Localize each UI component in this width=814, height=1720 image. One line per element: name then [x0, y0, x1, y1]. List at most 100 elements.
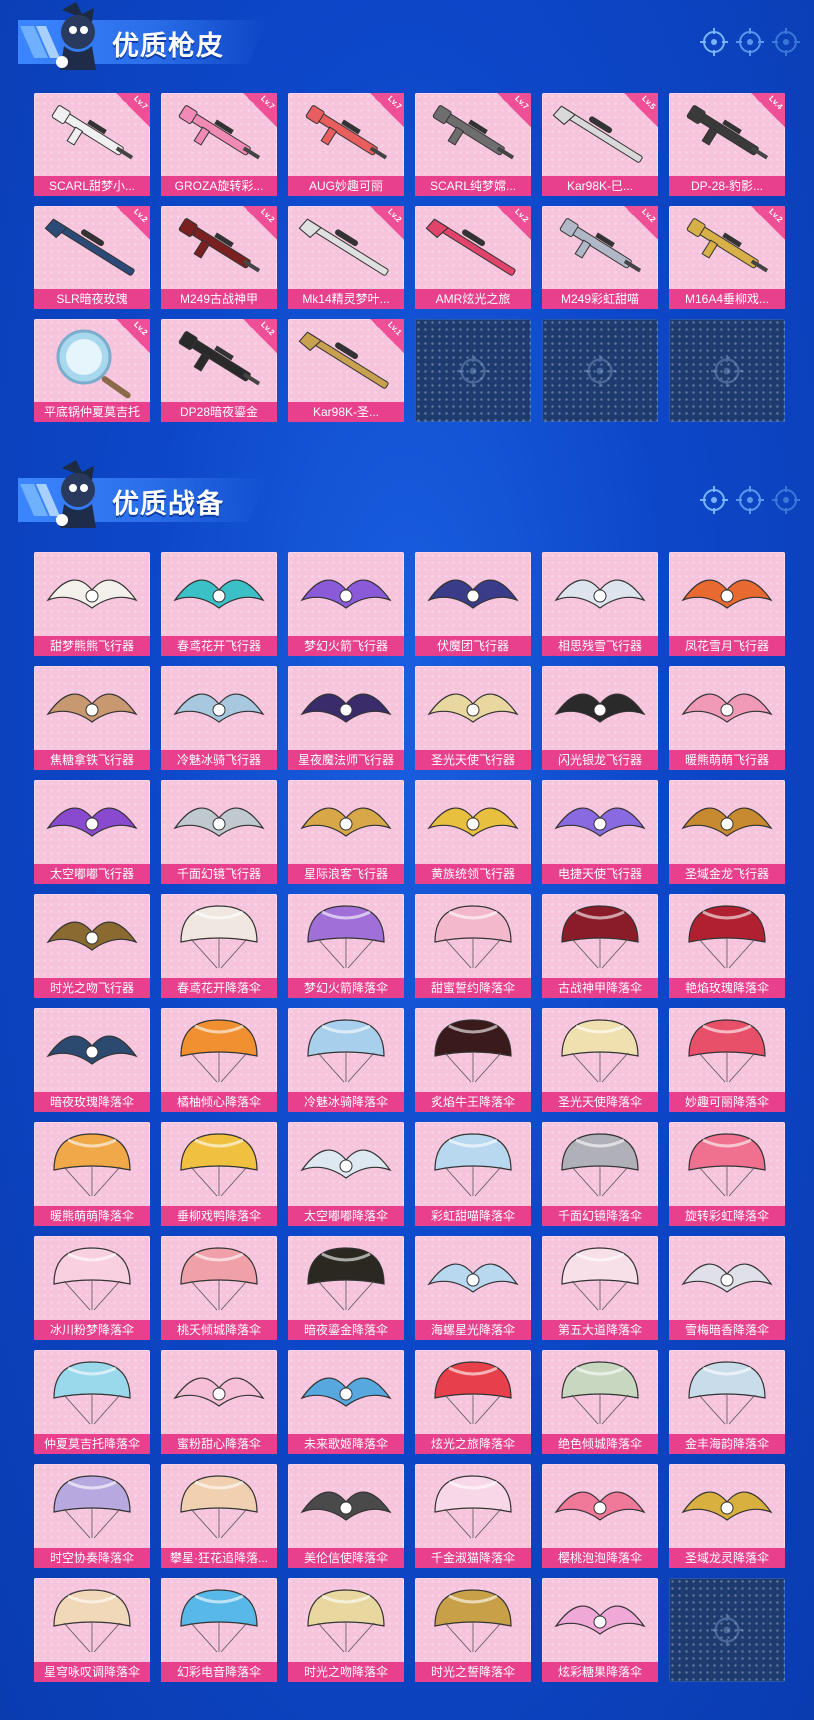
weapon-skin-card[interactable]: Lv.7 AUG妙趣可丽	[288, 93, 404, 196]
gear-card[interactable]: 圣域龙灵降落伞	[669, 1464, 785, 1568]
gear-card[interactable]: 圣光天使降落伞	[542, 1008, 658, 1112]
crosshair-icon	[772, 486, 800, 514]
gear-card[interactable]: 樱桃泡泡降落伞	[542, 1464, 658, 1568]
gear-card[interactable]: 仲夏莫吉托降落伞	[34, 1350, 150, 1454]
level-badge: Lv.7	[243, 93, 277, 127]
gear-card[interactable]: 绝色倾城降落伞	[542, 1350, 658, 1454]
weapon-skin-card[interactable]: Lv.2 M249彩虹甜喵	[542, 206, 658, 309]
weapon-skin-card[interactable]: Lv.2 AMR炫光之旅	[415, 206, 531, 309]
weapon-skin-card[interactable]: Lv.2 DP28暗夜鎏金	[161, 319, 277, 422]
gear-card[interactable]: 第五大道降落伞	[542, 1236, 658, 1340]
gear-card[interactable]: 梦幻火箭飞行器	[288, 552, 404, 656]
weapon-skin-card[interactable]: Lv.2 M249古战神甲	[161, 206, 277, 309]
gear-card[interactable]: 闪光银龙飞行器	[542, 666, 658, 770]
gear-card[interactable]: 幻彩电音降落伞	[161, 1578, 277, 1682]
gear-card[interactable]: 旋转彩虹降落伞	[669, 1122, 785, 1226]
gear-card[interactable]: 凤花雪月飞行器	[669, 552, 785, 656]
gear-card[interactable]: 炙焰牛王降落伞	[415, 1008, 531, 1112]
gear-card[interactable]: 橘柚倾心降落伞	[161, 1008, 277, 1112]
item-label: GROZA旋转彩...	[161, 176, 277, 196]
gear-card[interactable]: 美伦信使降落伞	[288, 1464, 404, 1568]
glider-icon	[427, 693, 519, 723]
weapon-skin-card[interactable]: Lv.2 SLR暗夜玫瑰	[34, 206, 150, 309]
gear-card[interactable]: 星夜魔法师飞行器	[288, 666, 404, 770]
gear-card[interactable]: 海螺星光降落伞	[415, 1236, 531, 1340]
item-label: 千面幻镜降落伞	[542, 1206, 658, 1226]
item-label: 冷魅冰骑降落伞	[288, 1092, 404, 1112]
glider-icon	[681, 693, 773, 723]
weapon-skin-card[interactable]: Lv.7 SCARL甜梦小...	[34, 93, 150, 196]
weapon-skin-card[interactable]: Lv.7 SCARL纯梦嫦...	[415, 93, 531, 196]
gear-card[interactable]: 妙趣可丽降落伞	[669, 1008, 785, 1112]
gear-card[interactable]: 蜜粉甜心降落伞	[161, 1350, 277, 1454]
crosshair-decoration	[700, 28, 800, 56]
gear-card[interactable]: 伏魔团飞行器	[415, 552, 531, 656]
weapon-skin-card[interactable]: Lv.2 Mk14精灵梦叶...	[288, 206, 404, 309]
gear-card[interactable]: 时光之吻飞行器	[34, 894, 150, 998]
gear-card[interactable]: 炫光之旅降落伞	[415, 1350, 531, 1454]
gear-card[interactable]: 艳焰玫瑰降落伞	[669, 894, 785, 998]
glider-icon	[427, 579, 519, 609]
gear-card[interactable]: 黄族统领飞行器	[415, 780, 531, 884]
crosshair-icon	[711, 354, 743, 387]
gear-card[interactable]: 千面幻镜飞行器	[161, 780, 277, 884]
gear-card[interactable]: 攀星·狂花追降落...	[161, 1464, 277, 1568]
weapon-skin-card[interactable]: Lv.2 平底锅仲夏莫吉托	[34, 319, 150, 422]
gear-card[interactable]: 圣域金龙飞行器	[669, 780, 785, 884]
glider-icon	[681, 1491, 773, 1521]
gear-card[interactable]: 彩虹甜喵降落伞	[415, 1122, 531, 1226]
gear-card[interactable]: 时光之吻降落伞	[288, 1578, 404, 1682]
gear-card[interactable]: 金丰海韵降落伞	[669, 1350, 785, 1454]
item-label: 绝色倾城降落伞	[542, 1434, 658, 1454]
item-label: 古战神甲降落伞	[542, 978, 658, 998]
gear-card[interactable]: 未来歌姬降落伞	[288, 1350, 404, 1454]
gear-card[interactable]: 焦糖拿铁飞行器	[34, 666, 150, 770]
level-text: Lv.7	[512, 93, 530, 112]
weapon-skin-card[interactable]: Lv.1 Kar98K-圣...	[288, 319, 404, 422]
gear-card[interactable]: 梦幻火箭降落伞	[288, 894, 404, 998]
gear-card[interactable]: 冷魅冰骑飞行器	[161, 666, 277, 770]
gear-card[interactable]: 星际浪客飞行器	[288, 780, 404, 884]
section-header-gear: 优质战备	[0, 458, 814, 538]
gear-card[interactable]: 甜蜜誓约降落伞	[415, 894, 531, 998]
gear-card[interactable]: 千金淑猫降落伞	[415, 1464, 531, 1568]
item-label: 梦幻火箭飞行器	[288, 636, 404, 656]
gear-card[interactable]: 桃夭倾城降落伞	[161, 1236, 277, 1340]
gear-card[interactable]: 时光之誓降落伞	[415, 1578, 531, 1682]
gear-card[interactable]: 炫彩糖果降落伞	[542, 1578, 658, 1682]
gear-card[interactable]: 冰川粉梦降落伞	[34, 1236, 150, 1340]
weapon-skin-card[interactable]: Lv.5 Kar98K-巳...	[542, 93, 658, 196]
weapon-skin-card[interactable]: Lv.7 GROZA旋转彩...	[161, 93, 277, 196]
parachute-icon	[434, 1133, 512, 1197]
gear-card[interactable]: 雪梅暗香降落伞	[669, 1236, 785, 1340]
glider-icon	[554, 807, 646, 837]
level-badge: Lv.4	[751, 93, 785, 127]
gear-card[interactable]: 古战神甲降落伞	[542, 894, 658, 998]
weapon-skin-card[interactable]: Lv.2 M16A4垂柳戏...	[669, 206, 785, 309]
gear-card[interactable]: 冷魅冰骑降落伞	[288, 1008, 404, 1112]
gear-card[interactable]: 太空嘟嘟飞行器	[34, 780, 150, 884]
gear-card[interactable]: 暗夜玫瑰降落伞	[34, 1008, 150, 1112]
gear-card[interactable]: 圣光天使飞行器	[415, 666, 531, 770]
gear-card[interactable]: 甜梦熊熊飞行器	[34, 552, 150, 656]
gear-card[interactable]: 太空嘟嘟降落伞	[288, 1122, 404, 1226]
gear-card[interactable]: 暖熊萌萌飞行器	[669, 666, 785, 770]
gear-card[interactable]: 星穹咏叹调降落伞	[34, 1578, 150, 1682]
item-label: Mk14精灵梦叶...	[288, 289, 404, 309]
weapon-skin-card[interactable]: Lv.4 DP-28-豹影...	[669, 93, 785, 196]
parachute-icon	[53, 1247, 131, 1311]
gear-card[interactable]: 相思残雪飞行器	[542, 552, 658, 656]
gear-card[interactable]: 垂柳戏鸭降落伞	[161, 1122, 277, 1226]
gear-card[interactable]: 时空协奏降落伞	[34, 1464, 150, 1568]
gear-card[interactable]: 暖熊萌萌降落伞	[34, 1122, 150, 1226]
parachute-icon	[180, 1133, 258, 1197]
item-label: M249彩虹甜喵	[542, 289, 658, 309]
gear-card[interactable]: 春鸢花开降落伞	[161, 894, 277, 998]
gear-card[interactable]: 春鸢花开飞行器	[161, 552, 277, 656]
section-header-weapons: 优质枪皮	[0, 0, 814, 80]
item-label: 时空协奏降落伞	[34, 1548, 150, 1568]
item-label: 攀星·狂花追降落...	[161, 1548, 277, 1568]
gear-card[interactable]: 暗夜鎏金降落伞	[288, 1236, 404, 1340]
gear-card[interactable]: 电捷天使飞行器	[542, 780, 658, 884]
gear-card[interactable]: 千面幻镜降落伞	[542, 1122, 658, 1226]
